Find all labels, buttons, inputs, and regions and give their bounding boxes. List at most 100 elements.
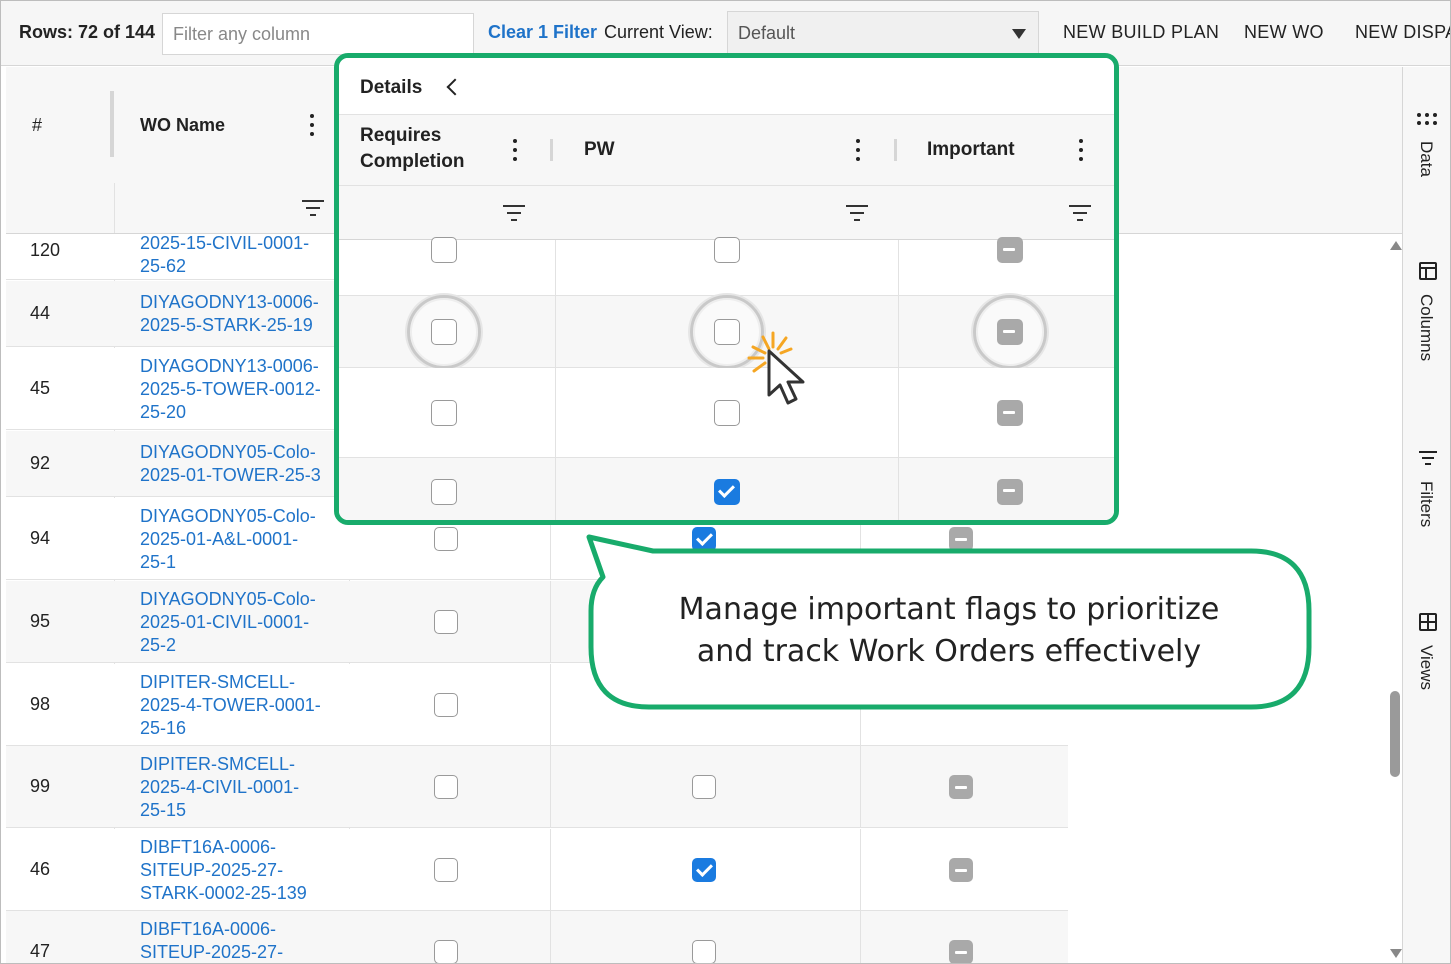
rows-count: Rows: 72 of 144 (19, 22, 156, 42)
current-view-value: Default (738, 23, 796, 43)
details-row[interactable] (339, 368, 1114, 458)
filter-any-column-input[interactable] (162, 13, 474, 55)
important-filter-icon[interactable] (1069, 205, 1091, 221)
side-tool-panel: Data Columns Filters Views (1402, 67, 1450, 963)
wo-name-link[interactable]: DIBFT16A-0006- SITEUP-2025-27- STARK-0002-… (140, 836, 330, 905)
table-row[interactable]: 47 DIBFT16A-0006-SITEUP-2025-27-TOWER-25-… (6, 911, 1068, 964)
pw-checkbox[interactable] (692, 775, 716, 799)
column-resize-handle[interactable] (110, 91, 114, 157)
column-header-pw[interactable]: PW (584, 137, 615, 163)
wo-name-line: DIYAGODNY13-0006- (140, 292, 319, 312)
wo-name-line: SITEUP-2025-27- (140, 859, 284, 880)
clear-filter-link[interactable]: Clear 1 Filter (488, 22, 597, 43)
important-checkbox[interactable] (997, 400, 1023, 426)
side-tab-filters[interactable]: Filters (1403, 449, 1450, 539)
wo-name-link[interactable]: DIYAGODNY05-Colo- 2025-01-TOWER-25-3 (140, 441, 330, 487)
important-column-menu-icon[interactable] (1078, 139, 1084, 161)
wo-name-link[interactable]: DIPITER-SMCELL- 2025-4-CIVIL-0001- 25-15 (140, 753, 330, 822)
scroll-down-arrow-icon[interactable] (1390, 949, 1402, 958)
row-number: 92 (30, 453, 51, 473)
pw-checkbox[interactable] (714, 319, 740, 345)
wo-name-line: DIYAGODNY05-Colo- (140, 588, 316, 609)
current-view-select[interactable]: Default (727, 11, 1039, 55)
requires-completion-checkbox[interactable] (431, 319, 457, 345)
pw-checkbox[interactable] (714, 400, 740, 426)
requires-completion-checkbox[interactable] (431, 400, 457, 426)
requires-completion-checkbox[interactable] (434, 527, 458, 551)
important-checkbox[interactable] (949, 775, 973, 799)
app-window: Rows: 72 of 144 Clear 1 Filter Current V… (0, 0, 1451, 964)
side-tab-filters-label: Filters (1417, 481, 1436, 528)
requires-completion-column-menu-icon[interactable] (512, 139, 518, 161)
column-header-number[interactable]: # (32, 115, 42, 136)
important-checkbox[interactable] (997, 319, 1023, 345)
wo-name-link[interactable]: DIYAGODNY13-0006- 2025-5-STARK-25-19 (140, 291, 330, 337)
mouse-cursor-icon (747, 331, 805, 405)
requires-completion-checkbox[interactable] (434, 693, 458, 717)
important-checkbox[interactable] (949, 940, 973, 963)
details-row[interactable] (339, 458, 1114, 520)
requires-completion-checkbox[interactable] (434, 775, 458, 799)
wo-name-line: DIYAGODNY05-Colo- (140, 505, 316, 526)
pw-checkbox[interactable] (714, 478, 740, 505)
details-title: Details (360, 77, 423, 98)
important-checkbox[interactable] (949, 858, 973, 882)
grid-dots-icon (1417, 113, 1437, 125)
wo-name-link[interactable]: DIYAGODNY05-Colo- 2025-01-A&L-0001- 25-1 (140, 505, 330, 574)
column-header-requires-completion[interactable]: Requires Completion (360, 123, 465, 175)
important-checkbox[interactable] (997, 237, 1023, 263)
wo-name-line: 2025-4-CIVIL-0001- (140, 776, 300, 797)
wo-name-line: 25-2 (140, 634, 177, 655)
new-build-plan-button[interactable]: NEW BUILD PLAN (1063, 22, 1219, 43)
requires-completion-checkbox[interactable] (434, 610, 458, 634)
callout-line-1: Manage important flags to prioritize (678, 592, 1220, 627)
pw-checkbox[interactable] (692, 858, 716, 882)
side-tab-data[interactable]: Data (1403, 107, 1450, 217)
table-row[interactable]: 46 DIBFT16A-0006- SITEUP-2025-27- STARK-000… (6, 829, 1068, 911)
new-wo-button[interactable]: NEW WO (1244, 22, 1324, 43)
important-checkbox[interactable] (997, 478, 1023, 505)
wo-name-link[interactable]: DIBFT16A-0006-SITEUP-2025-27-TOWER-25-14… (140, 918, 330, 964)
pw-checkbox[interactable] (714, 237, 740, 263)
pw-filter-icon[interactable] (846, 205, 868, 221)
pw-checkbox[interactable] (692, 940, 716, 963)
row-number: 99 (30, 776, 51, 796)
table-row[interactable]: 99 DIPITER-SMCELL- 2025-4-CIVIL-0001- 25-15 (6, 746, 1068, 828)
wo-name-link[interactable]: DIYAGODNY05-Colo- 2025-01-CIVIL-0001- 25-2 (140, 588, 330, 657)
requires-completion-line-2: Completion (360, 151, 465, 172)
current-view-label: Current View: (604, 22, 713, 42)
row-number: 44 (30, 303, 51, 323)
wo-name-link[interactable]: DIPITER-SMCELL- 2025-4-TOWER-0001- 25-16 (140, 671, 330, 740)
wo-name-link[interactable]: DIYAGODNY13-0006- 2025-5-TOWER-0012- 25-20 (140, 355, 330, 424)
requires-completion-checkbox[interactable] (431, 478, 457, 505)
scrollbar-thumb[interactable] (1390, 691, 1400, 777)
scroll-up-arrow-icon[interactable] (1390, 241, 1402, 250)
requires-completion-checkbox[interactable] (434, 858, 458, 882)
pw-column-menu-icon[interactable] (855, 139, 861, 161)
side-tab-columns[interactable]: Columns (1403, 260, 1450, 380)
new-dispatch-button[interactable]: NEW DISPA (1355, 22, 1450, 43)
side-tab-data-label: Data (1417, 141, 1436, 177)
column-header-important[interactable]: Important (927, 137, 1015, 163)
wo-name-line: 2025-5-STARK-25-19 (140, 315, 313, 335)
side-tab-views[interactable]: Views (1403, 613, 1450, 713)
dropdown-caret-icon (1012, 29, 1026, 39)
row-number: 94 (30, 528, 51, 548)
column-resize-handle[interactable] (894, 139, 897, 161)
details-row[interactable] (339, 295, 1114, 369)
collapse-chevron-left-icon[interactable] (446, 78, 464, 96)
requires-completion-checkbox[interactable] (431, 237, 457, 263)
wo-name-column-menu-icon[interactable] (309, 114, 315, 136)
row-number: 45 (30, 378, 51, 398)
wo-name-line: 2025-01-A&L-0001- (140, 528, 299, 549)
wo-name-filter-icon[interactable] (302, 200, 324, 216)
requires-completion-filter-icon[interactable] (503, 205, 525, 221)
requires-completion-checkbox[interactable] (434, 940, 458, 963)
wo-name-line: DIYAGODNY05-Colo- (140, 442, 316, 462)
column-header-wo-name[interactable]: WO Name (140, 115, 225, 136)
details-row[interactable] (339, 237, 1114, 296)
row-number: 95 (30, 611, 51, 631)
column-resize-handle[interactable] (550, 139, 553, 161)
wo-name-link[interactable]: 2025-15-CIVIL-0001- 25-62 (140, 234, 330, 278)
callout-line-2: and track Work Orders effectively (696, 634, 1202, 669)
